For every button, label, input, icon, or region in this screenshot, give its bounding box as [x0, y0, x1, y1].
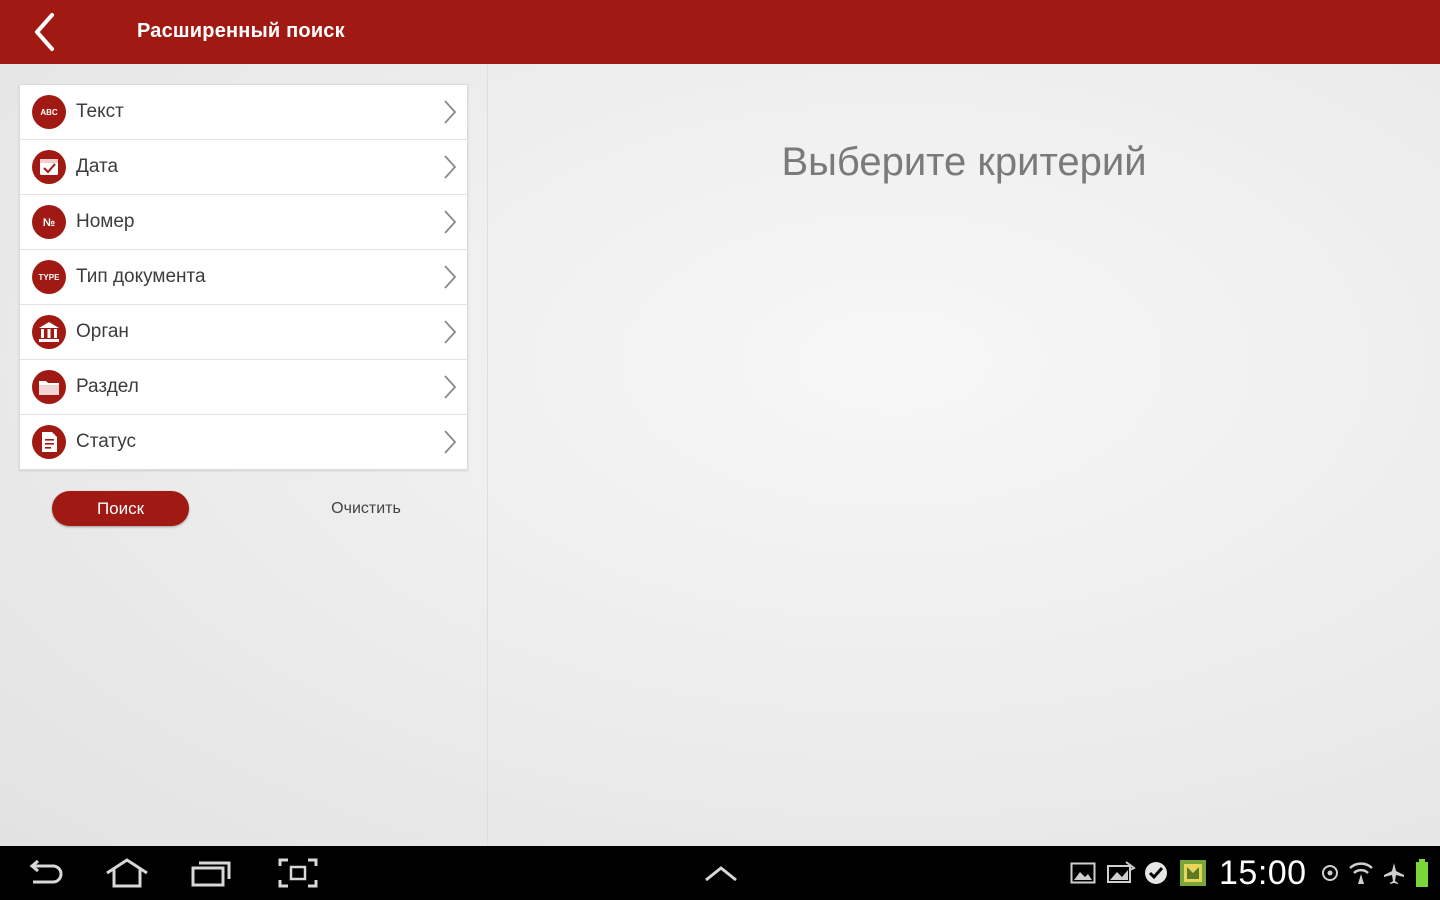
criteria-pane: ABC Текст Дата № Номер TYPE Тип документ… [0, 64, 488, 846]
system-nav-bar: 15:00 [0, 846, 1440, 900]
check-badge-icon [1145, 862, 1167, 884]
nav-menu-up-button[interactable] [700, 856, 742, 890]
svg-text:№: № [43, 217, 55, 229]
criteria-item-number[interactable]: № Номер [20, 195, 467, 250]
document-status-icon [32, 425, 66, 459]
home-icon [106, 858, 148, 888]
criteria-label: Орган [76, 321, 129, 342]
wifi-icon [1349, 862, 1373, 884]
airplane-mode-icon [1384, 863, 1404, 884]
gallery-icon [1070, 862, 1096, 884]
nav-back-button[interactable] [22, 856, 68, 890]
criteria-item-authority[interactable]: Орган [20, 305, 467, 360]
nav-screenshot-button[interactable] [276, 856, 320, 890]
type-icon: TYPE [32, 260, 66, 294]
criteria-item-text[interactable]: ABC Текст [20, 85, 467, 140]
chevron-right-icon [444, 265, 457, 289]
criteria-label: Номер [76, 211, 135, 232]
abc-icon: ABC [32, 95, 66, 129]
sync-icon [1322, 865, 1338, 881]
back-icon [29, 859, 63, 884]
clear-button[interactable]: Очистить [316, 497, 416, 521]
screenshot-icon [278, 858, 318, 888]
battery-icon [1416, 859, 1428, 887]
criteria-label: Тип документа [76, 266, 206, 287]
chevron-right-icon [444, 155, 457, 179]
criteria-list: ABC Текст Дата № Номер TYPE Тип документ… [19, 84, 468, 470]
svg-text:ABC: ABC [40, 108, 58, 117]
chevron-right-icon [444, 320, 457, 344]
back-arrow-icon [35, 13, 54, 51]
svg-text:TYPE: TYPE [39, 273, 61, 282]
folder-icon [32, 370, 66, 404]
status-clock: 15:00 [1219, 854, 1307, 892]
search-button[interactable]: Поиск [52, 491, 189, 526]
back-button[interactable] [24, 10, 64, 54]
page-title: Расширенный поиск [137, 20, 345, 42]
select-criterion-placeholder: Выберите критерий [781, 140, 1147, 184]
calendar-icon [32, 150, 66, 184]
criteria-item-status[interactable]: Статус [20, 415, 467, 469]
app-bar: Расширенный поиск [0, 0, 1440, 64]
chevron-up-icon [705, 866, 737, 882]
criteria-item-date[interactable]: Дата [20, 140, 467, 195]
chevron-right-icon [444, 100, 457, 124]
criteria-item-section[interactable]: Раздел [20, 360, 467, 415]
app-notification-icon [1180, 860, 1206, 886]
nav-recents-button[interactable] [188, 856, 234, 890]
chevron-right-icon [444, 430, 457, 454]
content-area: ABC Текст Дата № Номер TYPE Тип документ… [0, 64, 1440, 846]
institution-icon [32, 315, 66, 349]
nav-home-button[interactable] [102, 856, 152, 890]
number-icon: № [32, 205, 66, 239]
chevron-right-icon [444, 375, 457, 399]
criteria-label: Раздел [76, 376, 139, 397]
chevron-right-icon [444, 210, 457, 234]
criteria-item-doc-type[interactable]: TYPE Тип документа [20, 250, 467, 305]
criteria-label: Статус [76, 431, 137, 452]
criteria-label: Дата [76, 156, 119, 177]
screenshot-notification-icon [1107, 861, 1136, 883]
recent-apps-icon [191, 861, 231, 887]
criteria-label: Текст [76, 101, 124, 122]
